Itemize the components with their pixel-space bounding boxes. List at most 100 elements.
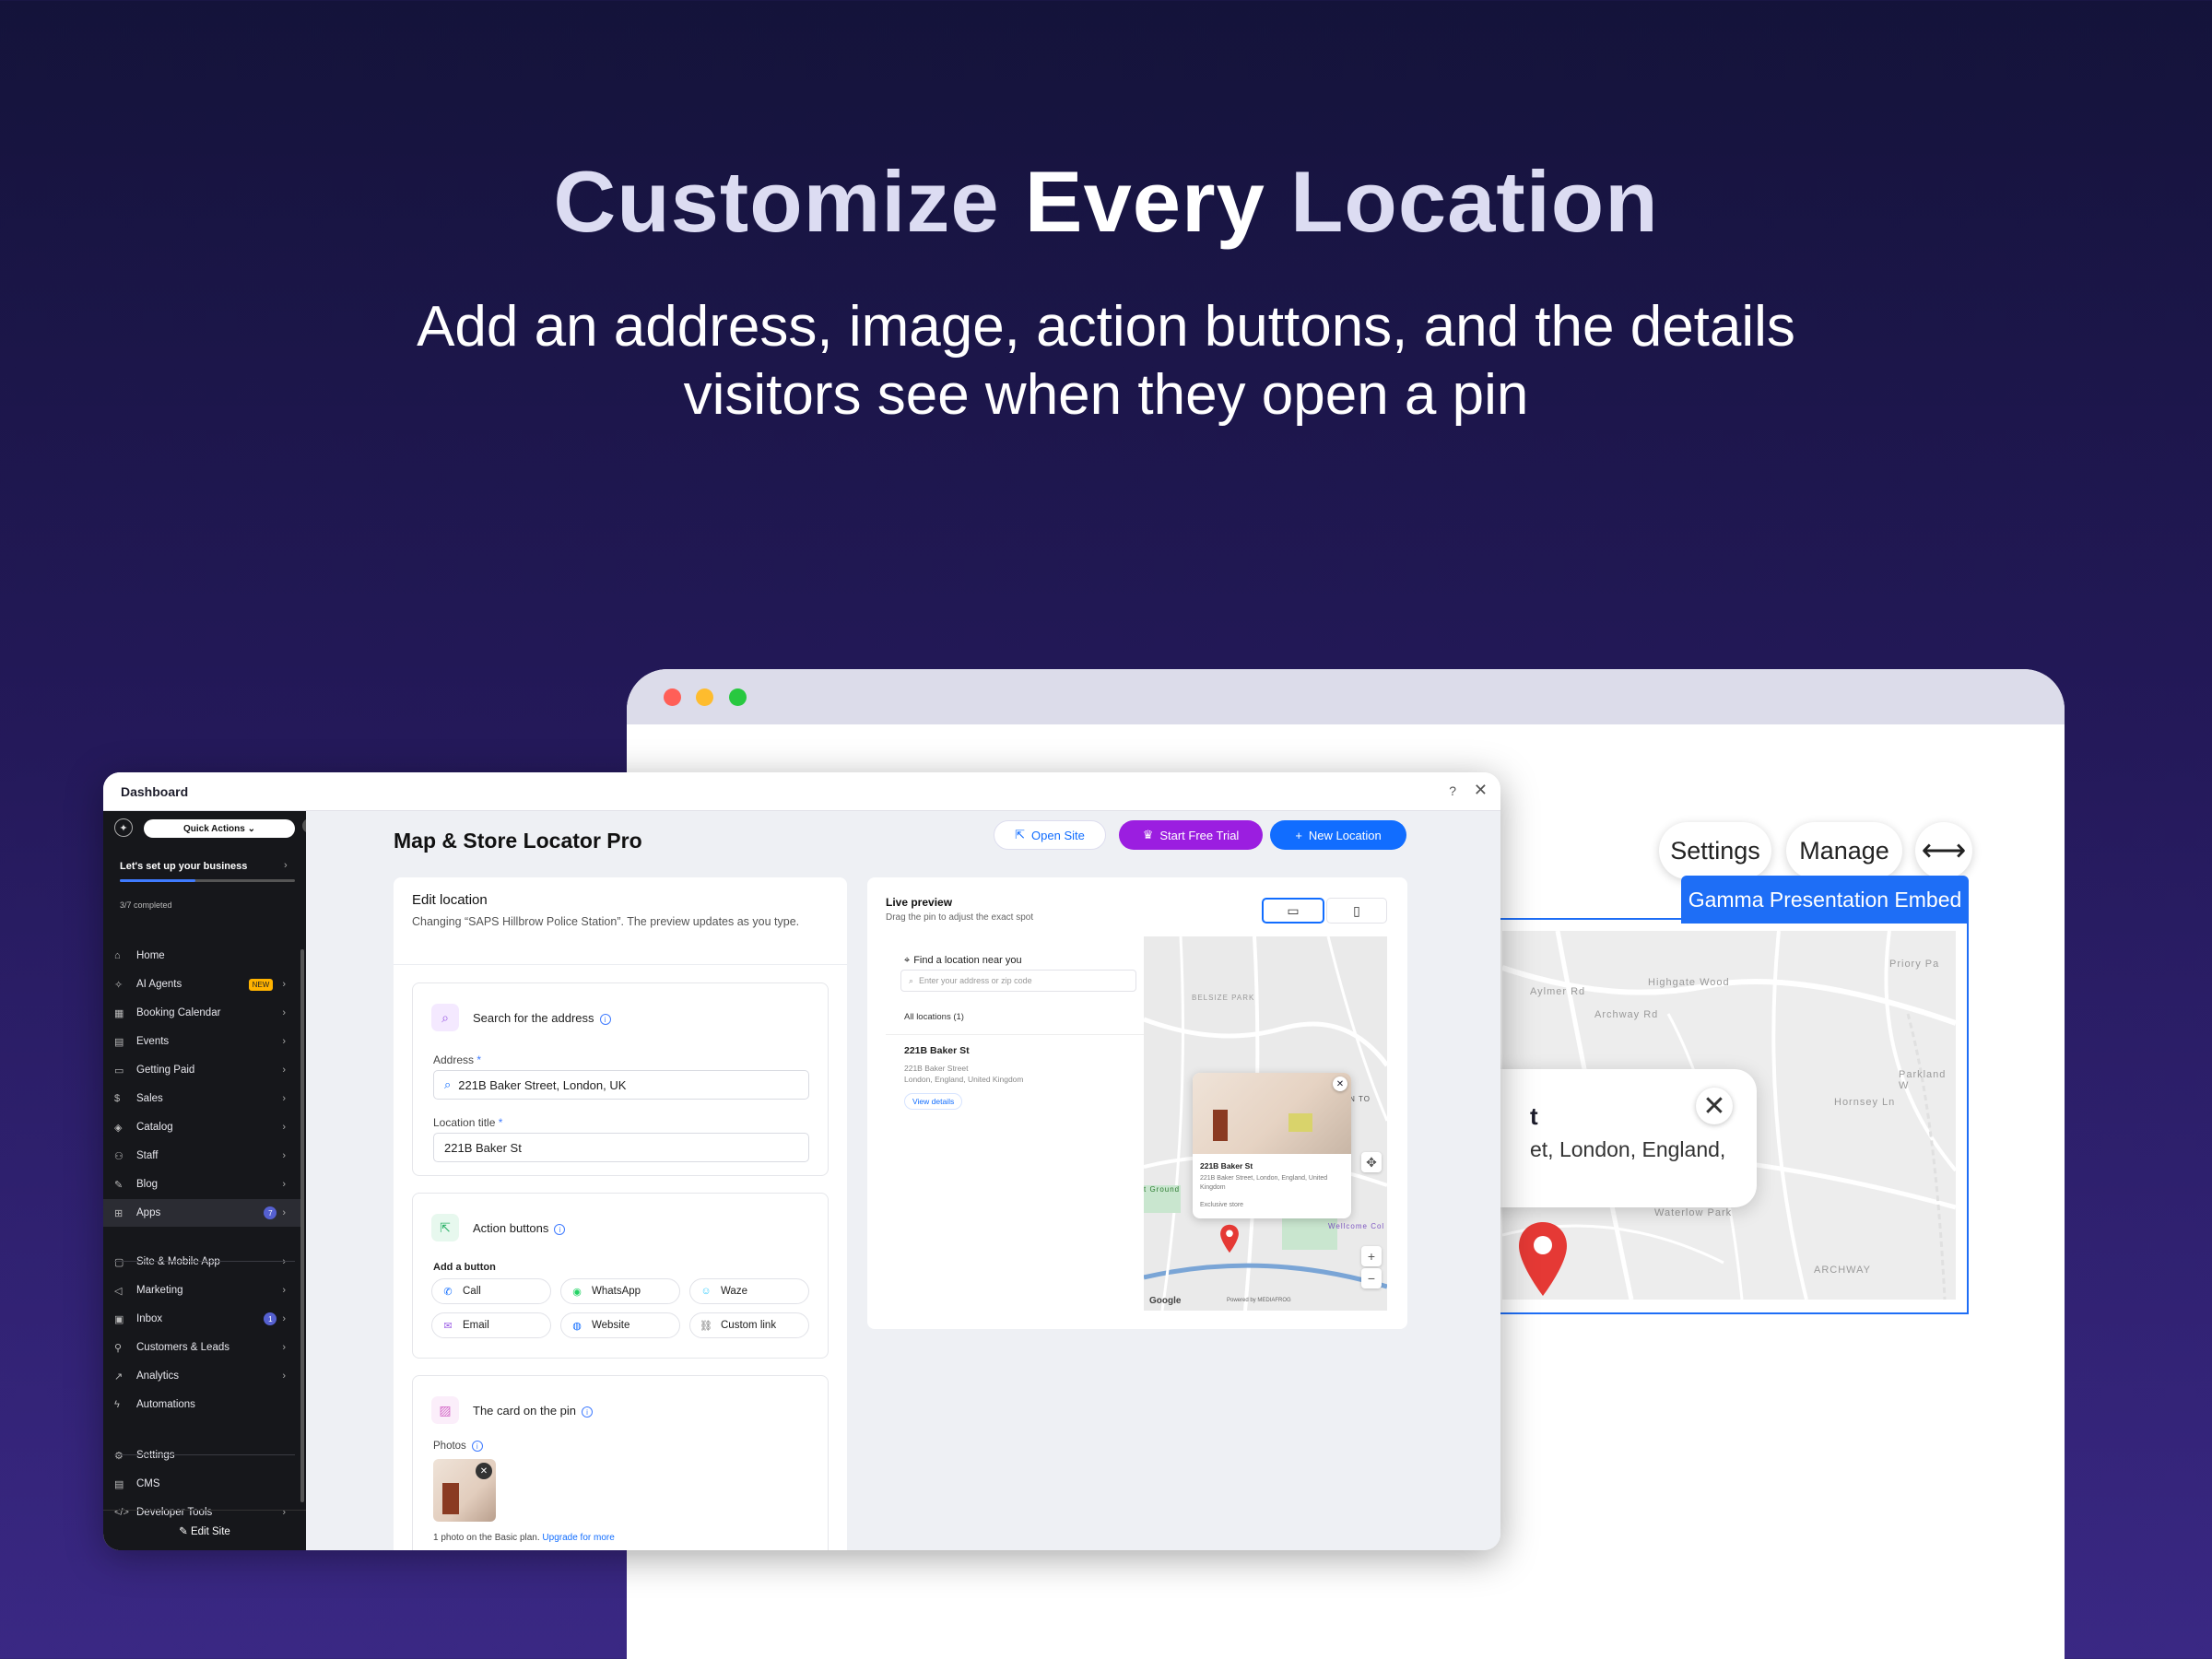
preview-location-list: ⌖ Find a location near you ⌕ Enter your ad… [886, 936, 1144, 1311]
start-free-trial-button[interactable]: ♛ Start Free Trial [1119, 820, 1263, 850]
address-section: ⌕ Search for the address i Address * ⌕ 221… [412, 982, 829, 1176]
email-button[interactable]: ✉ Email [431, 1312, 551, 1338]
waze-button[interactable]: ☺ Waze [689, 1278, 809, 1304]
hero-title: Customize Every Location [553, 153, 1659, 250]
chevron-right-icon: › [282, 1313, 286, 1324]
google-logo: Google [1149, 1296, 1182, 1306]
info-icon[interactable]: i [554, 1223, 566, 1235]
sidebar-item-ai-agents[interactable]: ✧ AI Agents NEW › [103, 971, 300, 998]
sidebar-item-blog[interactable]: ✎ Blog › [103, 1171, 300, 1198]
whatsapp-button[interactable]: ◉ WhatsApp [560, 1278, 680, 1304]
sidebar-item-label: Staff [136, 1150, 159, 1161]
pan-control-icon[interactable]: ✥ [1361, 1152, 1382, 1172]
dashboard-window: Dashboard ? ✕ ✦ Quick Actions ⌄ ‹ Let's … [103, 772, 1500, 1550]
nav-icon: ⚇ [114, 1150, 124, 1162]
address-input[interactable]: ⌕ 221B Baker Street, London, UK [433, 1070, 809, 1100]
resize-button[interactable]: ⟷ [1915, 822, 1972, 879]
sidebar-item-label: Site & Mobile App [136, 1256, 220, 1267]
map-label: Highgate Wood [1648, 977, 1730, 988]
phone-icon: ✆ [443, 1286, 453, 1298]
website-button[interactable]: ◍ Website [560, 1312, 680, 1338]
sidebar-item-automations[interactable]: ϟ Automations [103, 1391, 300, 1418]
remove-photo-icon[interactable]: ✕ [476, 1463, 492, 1479]
list-item-city: London, England, United Kingdom [904, 1075, 1024, 1084]
list-item-name[interactable]: 221B Baker St [904, 1045, 970, 1056]
pin-card-name: 221B Baker St [1200, 1161, 1253, 1171]
link-icon: ⛓ [700, 1320, 712, 1332]
sidebar-item-marketing[interactable]: ◁ Marketing › [103, 1277, 300, 1304]
close-icon[interactable]: ✕ [1696, 1088, 1733, 1124]
upgrade-link[interactable]: Upgrade for more [542, 1533, 614, 1543]
sidebar-item-sales[interactable]: $ Sales › [103, 1085, 300, 1112]
nav-icon: ✧ [114, 979, 124, 991]
chevron-right-icon: › [284, 860, 288, 871]
help-icon[interactable]: ? [1449, 783, 1456, 798]
sidebar-item-site-mobile-app[interactable]: ▢ Site & Mobile App › [103, 1248, 300, 1276]
map-pin-icon[interactable] [1219, 1224, 1240, 1253]
view-details-button[interactable]: View details [904, 1093, 963, 1110]
sidebar-scrollbar[interactable] [300, 949, 304, 1502]
call-button[interactable]: ✆ Call [431, 1278, 551, 1304]
chevron-right-icon: › [282, 979, 286, 990]
info-icon[interactable]: i [582, 1406, 594, 1418]
maximize-dot[interactable] [729, 688, 747, 706]
nav-icon: ◁ [114, 1285, 123, 1297]
sidebar-item-booking-calendar[interactable]: ▦ Booking Calendar › [103, 999, 300, 1027]
sidebar-item-label: Events [136, 1036, 170, 1047]
sidebar-item-events[interactable]: ▤ Events › [103, 1028, 300, 1055]
sidebar-item-analytics[interactable]: ↗ Analytics › [103, 1362, 300, 1390]
add-button-label: Add a button [433, 1262, 496, 1273]
photo-thumbnail[interactable]: ✕ [433, 1459, 496, 1522]
sidebar-item-label: Blog [136, 1179, 159, 1190]
sidebar-item-apps[interactable]: ⊞ Apps 7 › [103, 1199, 300, 1227]
open-site-button[interactable]: ⇱ Open Site [994, 820, 1106, 850]
close-icon[interactable]: ✕ [1333, 1077, 1347, 1091]
setup-title[interactable]: Let's set up your business [120, 861, 247, 872]
preview-search-input[interactable]: ⌕ Enter your address or zip code [900, 970, 1136, 992]
pin-card-image: ✕ [1193, 1073, 1351, 1154]
sidebar-item-getting-paid[interactable]: ▭ Getting Paid › [103, 1056, 300, 1084]
nav-icon: ⚙ [114, 1450, 124, 1462]
minimize-dot[interactable] [696, 688, 713, 706]
desktop-view-icon[interactable]: ▭ [1262, 898, 1324, 924]
info-icon[interactable]: i [599, 1013, 611, 1025]
sidebar-item-label: Inbox [136, 1313, 163, 1324]
zoom-in-icon[interactable]: + [1361, 1246, 1382, 1266]
settings-button[interactable]: Settings [1659, 822, 1771, 879]
custom-link-button[interactable]: ⛓ Custom link [689, 1312, 809, 1338]
sidebar-item-label: Catalog [136, 1122, 173, 1133]
embed-label: Gamma Presentation Embed [1681, 876, 1969, 924]
sidebar-item-staff[interactable]: ⚇ Staff › [103, 1142, 300, 1170]
preview-map[interactable]: BELSIZE PARK DEN TO t Ground Wellcome Co… [1144, 936, 1387, 1311]
sidebar-item-customers-leads[interactable]: ⚲ Customers & Leads › [103, 1334, 300, 1361]
sidebar-item-label: CMS [136, 1478, 160, 1489]
nav-icon: ϟ [114, 1399, 120, 1410]
close-icon[interactable]: ✕ [1474, 781, 1488, 800]
sidebar-item-catalog[interactable]: ◈ Catalog › [103, 1113, 300, 1141]
close-dot[interactable] [664, 688, 681, 706]
map-label: Waterlow Park [1654, 1207, 1733, 1218]
sidebar-item-home[interactable]: ⌂ Home [103, 942, 300, 970]
manage-button[interactable]: Manage [1786, 822, 1902, 879]
map-pin-icon[interactable] [1517, 1220, 1569, 1298]
mobile-view-icon[interactable]: ▯ [1326, 898, 1387, 924]
chevron-right-icon: › [282, 1122, 286, 1133]
new-location-button[interactable]: + New Location [1270, 820, 1406, 850]
location-title-input[interactable]: 221B Baker St [433, 1133, 809, 1162]
plan-note: 1 photo on the Basic plan. Upgrade for m… [433, 1533, 615, 1543]
zoom-out-icon[interactable]: − [1361, 1268, 1382, 1288]
quick-actions-button[interactable]: Quick Actions ⌄ [144, 819, 295, 838]
map-attribution: Powered by MEDIAFROG [1227, 1298, 1291, 1303]
site-logo-icon[interactable]: ✦ [114, 818, 133, 837]
crown-icon: ♛ [1142, 828, 1154, 841]
waze-icon: ☺ [700, 1286, 712, 1297]
count-badge: 1 [264, 1312, 277, 1325]
edit-site-button[interactable]: ✎ Edit Site [103, 1510, 306, 1550]
sidebar-item-settings[interactable]: ⚙ Settings [103, 1441, 300, 1469]
sidebar-item-inbox[interactable]: ▣ Inbox 1 › [103, 1305, 300, 1333]
nav-icon: ▢ [114, 1256, 124, 1268]
sidebar-item-cms[interactable]: ▤ CMS [103, 1470, 300, 1498]
image-icon: ▨ [431, 1396, 459, 1424]
info-icon[interactable]: i [471, 1441, 483, 1452]
nav-icon: ↗ [114, 1371, 124, 1382]
